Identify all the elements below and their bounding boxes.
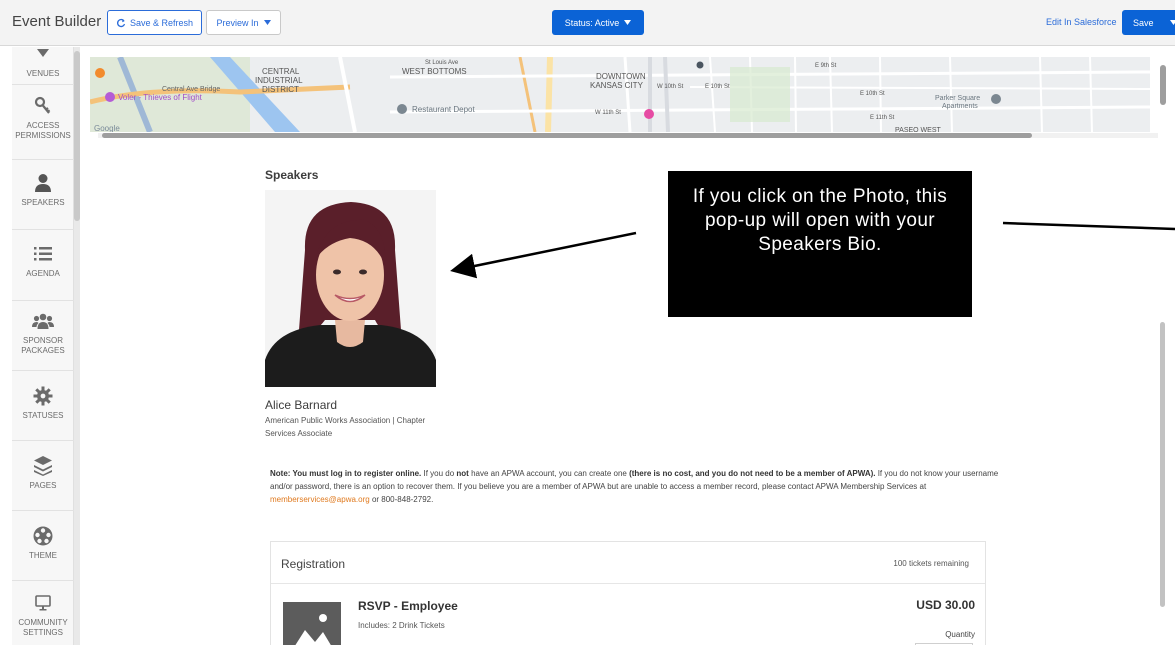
sidebar-item-statuses[interactable]: STATUSES — [12, 385, 74, 421]
tickets-remaining: 100 tickets remaining — [893, 559, 969, 568]
refresh-icon — [116, 18, 126, 27]
registration-header: Registration 100 tickets remaining — [271, 542, 985, 584]
speaker-name: Alice Barnard — [265, 398, 338, 412]
sidebar-item-speakers[interactable]: SPEAKERS — [12, 172, 74, 208]
image-placeholder-icon — [283, 602, 341, 645]
list-icon — [34, 243, 52, 265]
annotation-callout: If you click on the Photo, this pop-up w… — [668, 171, 972, 317]
chevron-down-icon — [624, 20, 632, 25]
svg-text:W 11th St: W 11th St — [595, 110, 621, 116]
speaker-org-line2: Services Associate — [265, 429, 333, 438]
sidebar-item-sponsor-packages[interactable]: SPONSOR PACKAGES — [12, 310, 74, 356]
sidebar-item-access-permissions[interactable]: ACCESS PERMISSIONS — [12, 95, 74, 141]
preview-button[interactable]: Preview In — [206, 10, 281, 35]
sidebar-item-theme[interactable]: THEME — [12, 525, 74, 561]
sidebar-item-label: ACCESS PERMISSIONS — [15, 121, 71, 140]
preview-label: Preview In — [216, 17, 259, 28]
speaker-org-line1: American Public Works Association | Chap… — [265, 416, 426, 425]
sidebar-item-label: PAGES — [29, 481, 57, 490]
svg-text:INDUSTRIAL: INDUSTRIAL — [255, 76, 303, 85]
login-note: Note: You must log in to register online… — [270, 467, 1000, 506]
layers-icon — [34, 455, 52, 477]
page-canvas: CENTRAL INDUSTRIAL DISTRICT WEST BOTTOMS… — [80, 47, 1175, 645]
sidebar-item-label: THEME — [29, 551, 57, 560]
chevron-down-icon — [1169, 20, 1175, 25]
svg-text:CENTRAL: CENTRAL — [262, 67, 300, 76]
venues-icon — [35, 43, 51, 65]
note-text-2: If you do — [421, 469, 457, 478]
svg-text:Parker Square: Parker Square — [935, 95, 980, 102]
person-icon — [34, 172, 52, 194]
registration-panel: Registration 100 tickets remaining RSVP … — [270, 541, 986, 645]
speaker-photo[interactable] — [265, 190, 436, 387]
ticket-name: RSVP - Employee — [358, 599, 458, 613]
svg-text:Apartments: Apartments — [942, 103, 978, 110]
sidebar-item-label: COMMUNITY SETTINGS — [18, 618, 68, 637]
sidebar-item-agenda[interactable]: AGENDA — [12, 243, 74, 279]
sidebar-item-label: SPONSOR PACKAGES — [21, 336, 65, 355]
gear-icon — [33, 385, 53, 407]
svg-text:WEST BOTTOMS: WEST BOTTOMS — [402, 67, 467, 76]
sidebar-item-community-settings[interactable]: COMMUNITY SETTINGS — [12, 592, 74, 638]
app-title: Event Builder — [12, 13, 102, 30]
save-label: Save — [1133, 17, 1154, 28]
ticket-includes: Includes: 2 Drink Tickets — [358, 621, 445, 630]
svg-text:DOWNTOWN: DOWNTOWN — [596, 72, 646, 81]
svg-text:E 9th St: E 9th St — [815, 63, 837, 69]
speaker-organization: American Public Works Association | Chap… — [265, 414, 455, 440]
svg-text:E 10th St: E 10th St — [705, 84, 730, 90]
top-toolbar: Event Builder Save & Refresh Preview In … — [0, 0, 1175, 46]
access-key-icon — [34, 95, 52, 117]
note-bold-1: Note: You must log in to register online… — [270, 469, 422, 478]
svg-text:Central Ave Bridge: Central Ave Bridge — [162, 86, 220, 93]
svg-text:Restaurant Depot: Restaurant Depot — [412, 105, 475, 114]
monitor-icon — [35, 592, 51, 614]
sidebar-item-label: SPEAKERS — [21, 198, 65, 207]
edit-in-salesforce-link[interactable]: Edit In Salesforce — [1046, 17, 1117, 27]
registration-title: Registration — [281, 557, 346, 571]
status-dropdown[interactable]: Status: Active — [552, 10, 644, 35]
sidebar: VENUES ACCESS PERMISSIONS SPEAKERS AGEND… — [12, 47, 74, 645]
svg-text:Voler - Thieves of Flight: Voler - Thieves of Flight — [118, 93, 203, 102]
palette-icon — [33, 525, 53, 547]
save-refresh-button[interactable]: Save & Refresh — [107, 10, 202, 35]
svg-text:DISTRICT: DISTRICT — [262, 85, 299, 94]
svg-text:KANSAS CITY: KANSAS CITY — [590, 81, 644, 90]
chevron-down-icon — [263, 20, 271, 25]
note-text-4: have an APWA account, you can create one — [468, 469, 630, 478]
quantity-label: Quantity — [945, 630, 975, 639]
svg-text:E 10th St: E 10th St — [860, 91, 885, 97]
sidebar-item-venues[interactable]: VENUES — [12, 43, 74, 79]
svg-text:W 10th St: W 10th St — [657, 84, 684, 90]
save-button[interactable]: Save — [1122, 10, 1175, 35]
group-icon — [32, 310, 54, 332]
note-text-7: or 800-848-2792. — [369, 495, 434, 504]
sidebar-item-label: VENUES — [26, 69, 60, 78]
sidebar-item-label: STATUSES — [22, 411, 64, 420]
sidebar-item-label: AGENDA — [26, 269, 60, 278]
save-refresh-label: Save & Refresh — [129, 17, 194, 28]
status-label: Status: Active — [564, 17, 620, 28]
membership-email-link[interactable]: memberservices@apwa.org — [270, 495, 370, 504]
note-bold-5: (there is no cost, and you do not need t… — [629, 469, 876, 478]
ticket-price: USD 30.00 — [916, 598, 975, 612]
svg-text:E 11th St: E 11th St — [870, 115, 895, 121]
speakers-heading: Speakers — [265, 168, 319, 182]
venue-map[interactable]: CENTRAL INDUSTRIAL DISTRICT WEST BOTTOMS… — [90, 57, 1150, 132]
map-horizontal-scrollbar[interactable] — [98, 131, 1158, 140]
sidebar-item-pages[interactable]: PAGES — [12, 455, 74, 491]
svg-text:St Louis Ave: St Louis Ave — [425, 60, 459, 66]
note-bold-3: not — [456, 469, 469, 478]
page-vertical-scrollbar[interactable] — [1158, 57, 1168, 642]
